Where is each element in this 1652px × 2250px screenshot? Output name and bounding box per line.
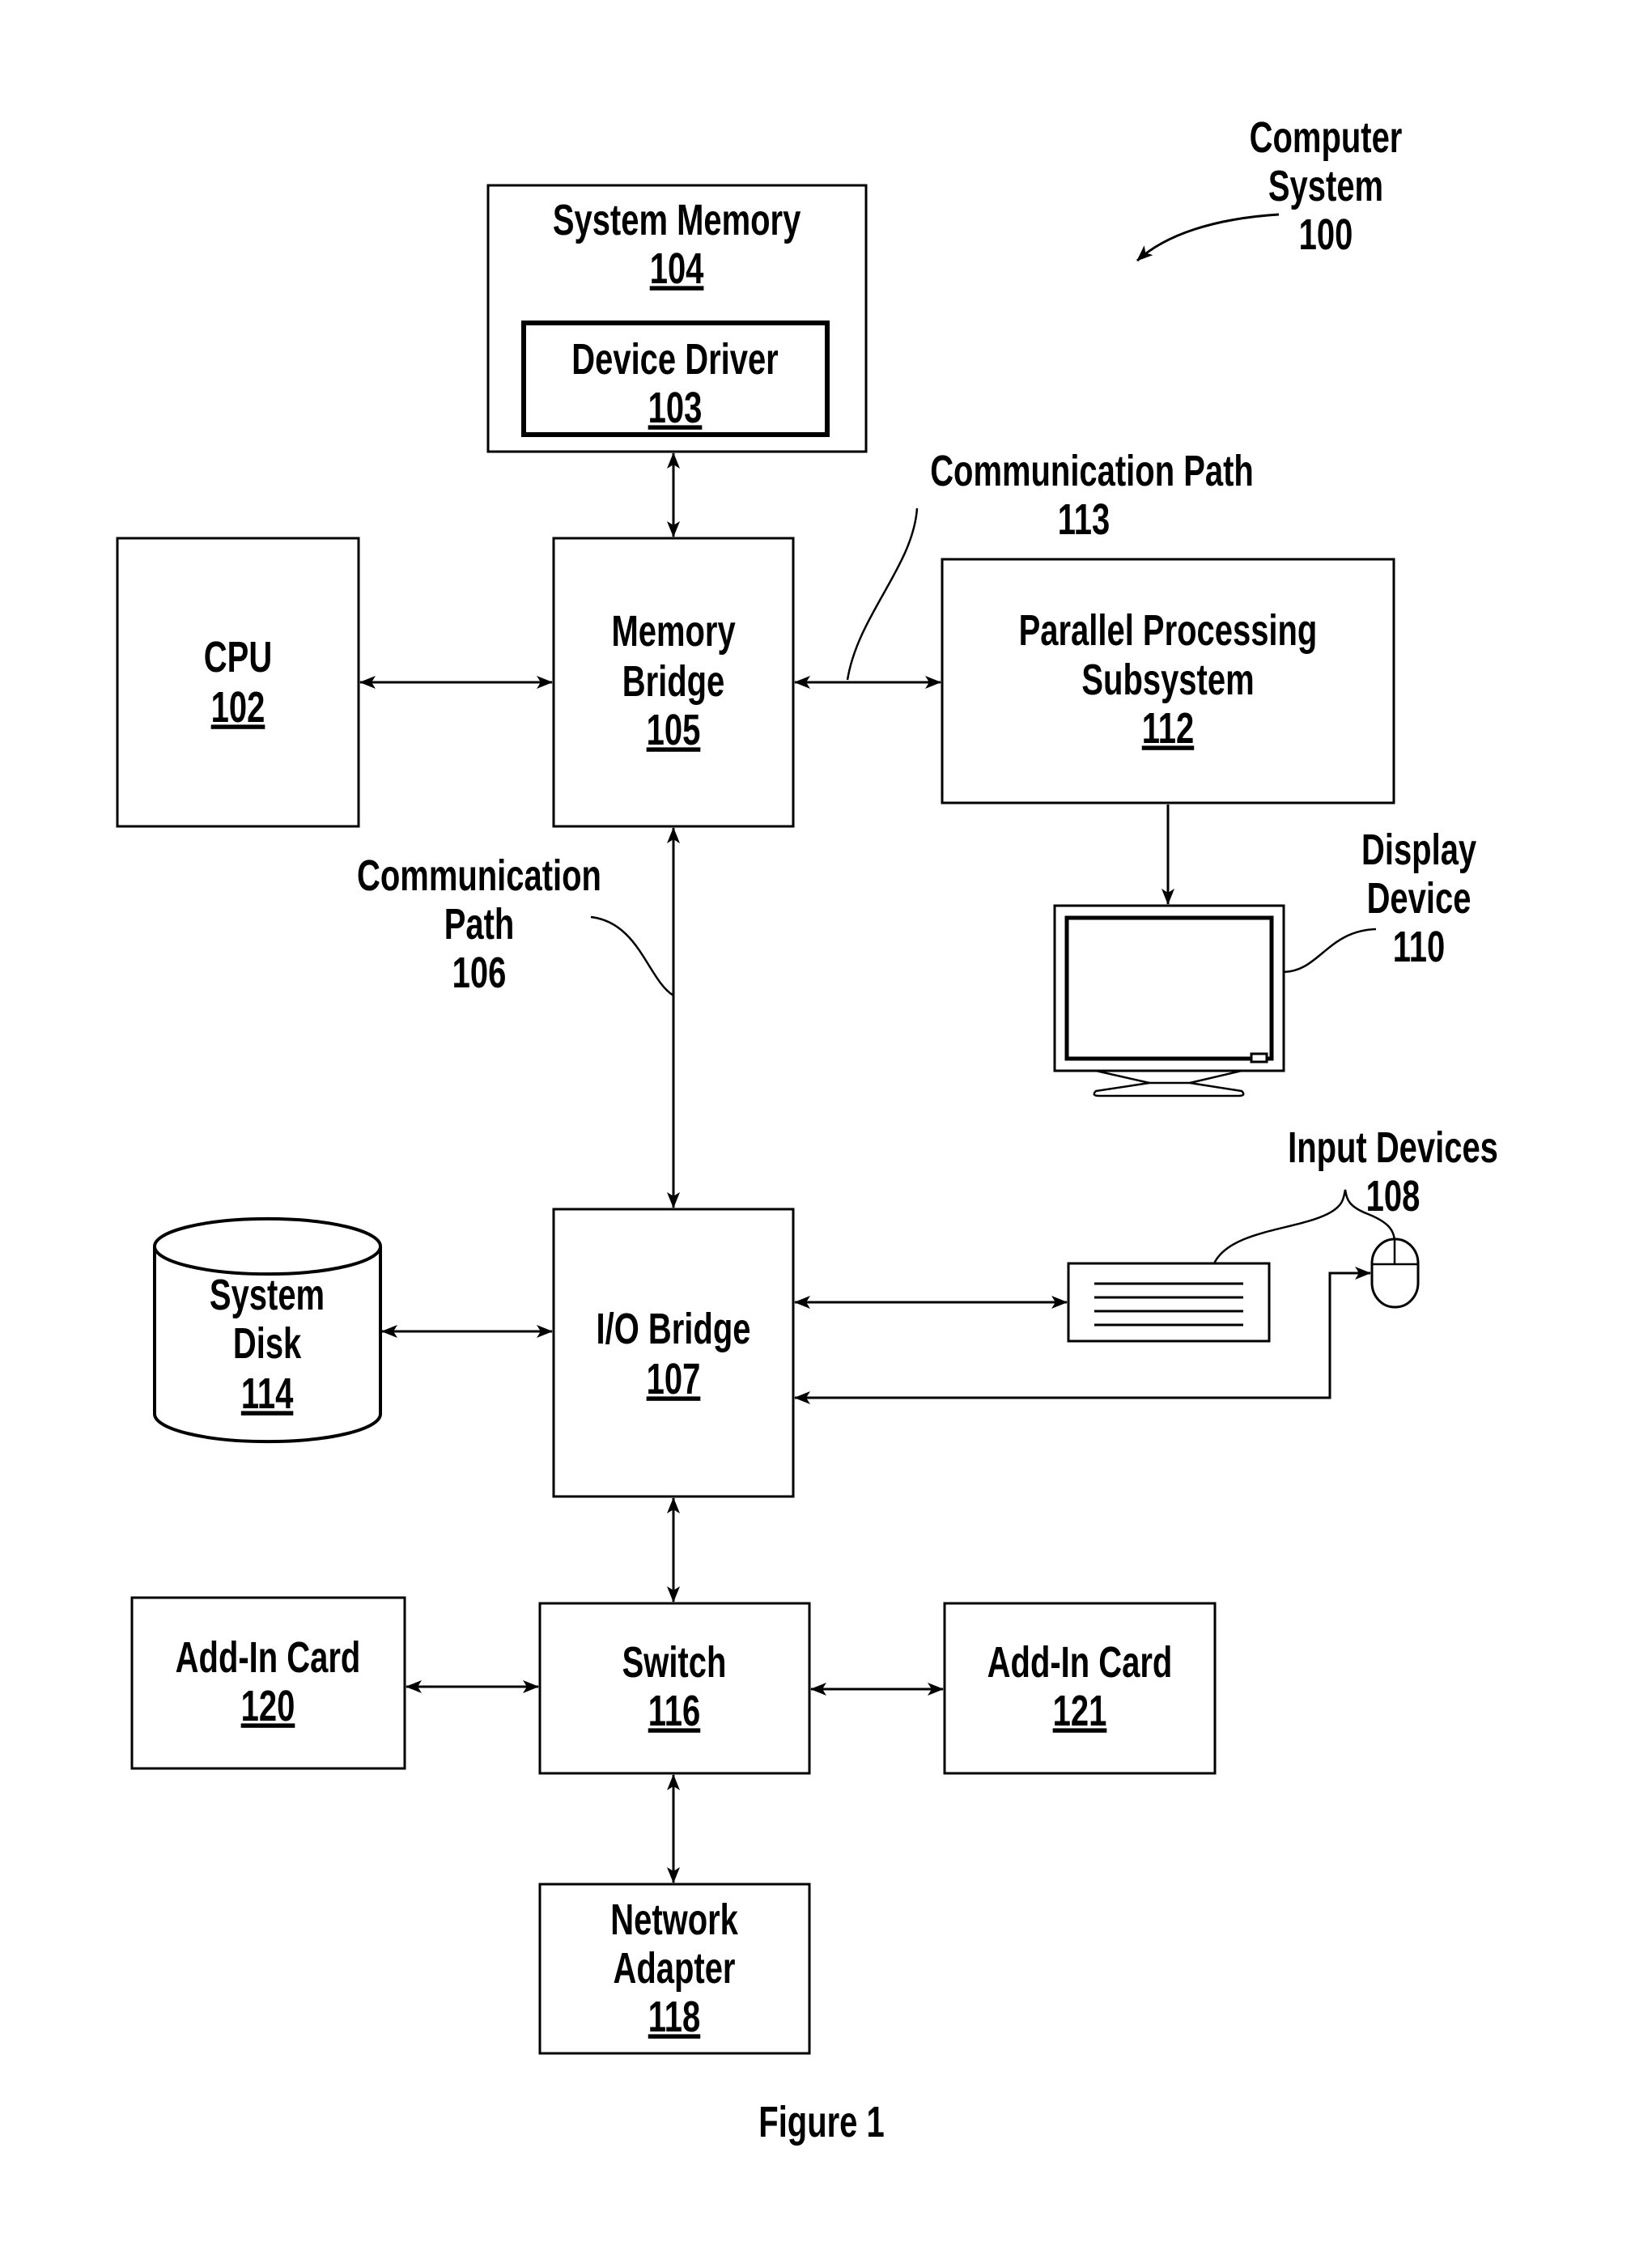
switch-label: Switch [622,1638,727,1687]
add-in-card-121-block[interactable]: Add-In Card 121 [943,1602,1217,1775]
network-adapter-ref: 118 [648,1993,700,2041]
computer-system-line2: System [1268,162,1383,210]
io-bridge-ref: 107 [647,1355,701,1403]
computer-system-leader-arrow [1136,213,1280,262]
cpu-ref: 102 [211,683,265,732]
monitor-power-button [1250,1052,1268,1063]
memory-bridge-ref: 105 [647,706,701,754]
path-113-ref: 113 [1058,495,1110,544]
system-memory-label: System Memory [553,196,801,244]
computer-system-label: Computer System 100 [1136,113,1403,262]
parallel-processing-ref: 112 [1142,704,1194,753]
path-106-leader-line [590,915,674,997]
monitor-screen [1064,915,1274,1061]
path-113-leader-line [846,507,919,681]
display-device-ref: 110 [1393,923,1445,971]
display-device-line2: Device [1367,874,1472,923]
system-memory-ref: 104 [650,244,704,293]
keyboard-body [1067,1262,1271,1343]
device-driver-ref: 103 [648,384,703,432]
cpu-block[interactable]: CPU 102 [116,537,360,828]
cpu-box[interactable] [116,537,360,828]
memory-bridge-block[interactable]: Memory Bridge 105 [552,537,795,828]
system-disk-line1: System [210,1271,325,1319]
monitor-stand [1093,1081,1245,1097]
system-disk-line2: Disk [233,1319,302,1368]
display-device-line1: Display [1361,826,1477,874]
path-106-line2: Path [444,900,515,949]
add-in-card-120-block[interactable]: Add-In Card 120 [130,1596,406,1770]
add-in-card-121-label: Add-In Card [987,1638,1173,1687]
network-adapter-line1: Network [610,1896,738,1944]
network-adapter-line2: Adapter [614,1944,736,1993]
keyboard-icon[interactable] [1067,1262,1271,1343]
parallel-processing-line2: Subsystem [1081,656,1254,704]
path-106-line1: Communication [357,851,601,900]
display-device-block[interactable]: Display Device 110 [1053,826,1477,1097]
add-in-card-120-ref: 120 [241,1682,295,1730]
memory-bridge-line2: Bridge [622,657,725,706]
monitor-neck [1095,1069,1242,1085]
switch-block[interactable]: Switch 116 [538,1602,811,1775]
switch-ref: 116 [648,1687,700,1735]
system-disk-ref: 114 [241,1369,294,1418]
cpu-label: CPU [204,633,272,681]
computer-system-line1: Computer [1250,113,1403,162]
add-in-card-120-label: Add-In Card [176,1633,361,1682]
computer-system-ref: 100 [1299,210,1353,259]
device-driver-label: Device Driver [571,335,778,384]
display-device-leader-line [1283,928,1377,974]
io-bridge-label: I/O Bridge [597,1305,751,1353]
system-disk-block[interactable]: System Disk 114 [153,1216,382,1444]
monitor-icon[interactable] [1053,904,1285,1097]
input-devices-ref: 108 [1366,1172,1421,1221]
input-devices-block[interactable]: Input Devices 108 [1067,1123,1498,1343]
path-113-line1: Communication Path [930,447,1254,495]
parallel-processing-line1: Parallel Processing [1019,606,1318,655]
mouse-icon[interactable] [1370,1238,1420,1309]
communication-path-106-label: Communication Path 106 [357,851,674,998]
io-bridge-block[interactable]: I/O Bridge 107 [552,1208,795,1498]
device-driver-block[interactable]: Device Driver 103 [521,321,830,437]
parallel-processing-block[interactable]: Parallel Processing Subsystem 112 [941,558,1395,804]
figure-caption: Figure 1 [758,2098,884,2146]
input-devices-label: Input Devices [1288,1123,1498,1172]
network-adapter-block[interactable]: Network Adapter 118 [538,1883,811,2055]
computer-system-diagram: Computer System 100 System Memory 104 De… [116,113,1498,2147]
add-in-card-121-ref: 121 [1053,1687,1107,1735]
memory-bridge-line1: Memory [611,607,736,656]
path-106-ref: 106 [452,949,507,997]
